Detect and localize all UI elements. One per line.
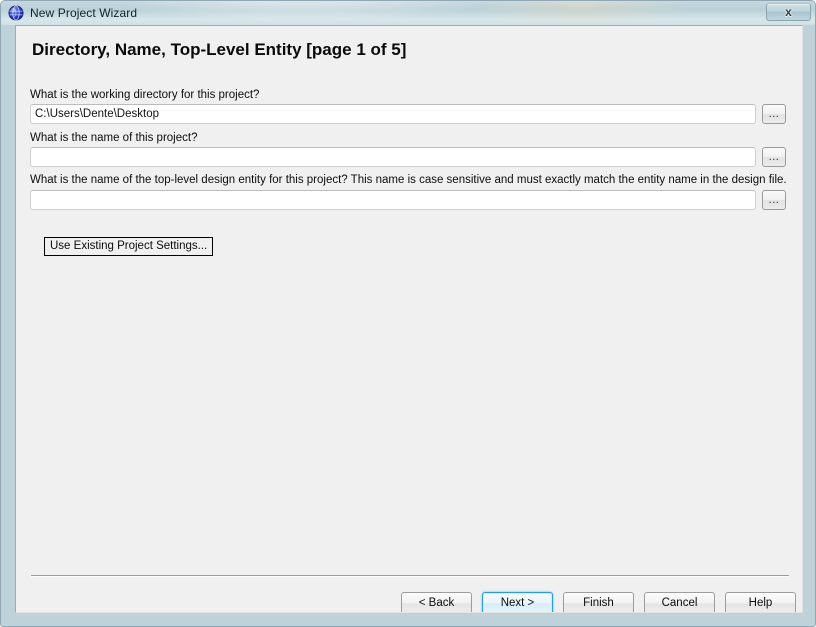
use-existing-project-settings-button[interactable]: Use Existing Project Settings... — [44, 237, 214, 256]
help-button[interactable]: Help — [725, 592, 796, 612]
top-level-entity-label: What is the name of the top-level design… — [30, 174, 787, 186]
back-button[interactable]: < Back — [401, 592, 472, 612]
close-button[interactable]: x — [766, 3, 811, 21]
cancel-button[interactable]: Cancel — [644, 592, 715, 612]
close-icon: x — [785, 5, 792, 19]
top-level-entity-input[interactable] — [30, 190, 756, 210]
project-name-input[interactable] — [30, 147, 756, 167]
dialog-client-area: Directory, Name, Top-Level Entity [page … — [15, 25, 803, 613]
project-name-label: What is the name of this project? — [30, 132, 198, 144]
working-directory-input[interactable] — [30, 104, 756, 124]
new-project-wizard-window: New Project Wizard x Directory, Name, To… — [0, 0, 816, 627]
finish-button[interactable]: Finish — [563, 592, 634, 612]
next-button[interactable]: Next > — [482, 592, 553, 612]
page-title: Directory, Name, Top-Level Entity [page … — [32, 40, 407, 59]
quartus-globe-icon — [8, 5, 24, 21]
working-directory-label: What is the working directory for this p… — [30, 89, 260, 101]
window-titlebar[interactable]: New Project Wizard x — [1, 1, 815, 25]
footer-separator — [31, 575, 789, 577]
top-level-entity-browse-button[interactable]: ... — [762, 190, 786, 210]
window-title: New Project Wizard — [30, 6, 138, 20]
project-name-browse-button[interactable]: ... — [762, 147, 786, 167]
working-directory-browse-button[interactable]: ... — [762, 104, 786, 124]
